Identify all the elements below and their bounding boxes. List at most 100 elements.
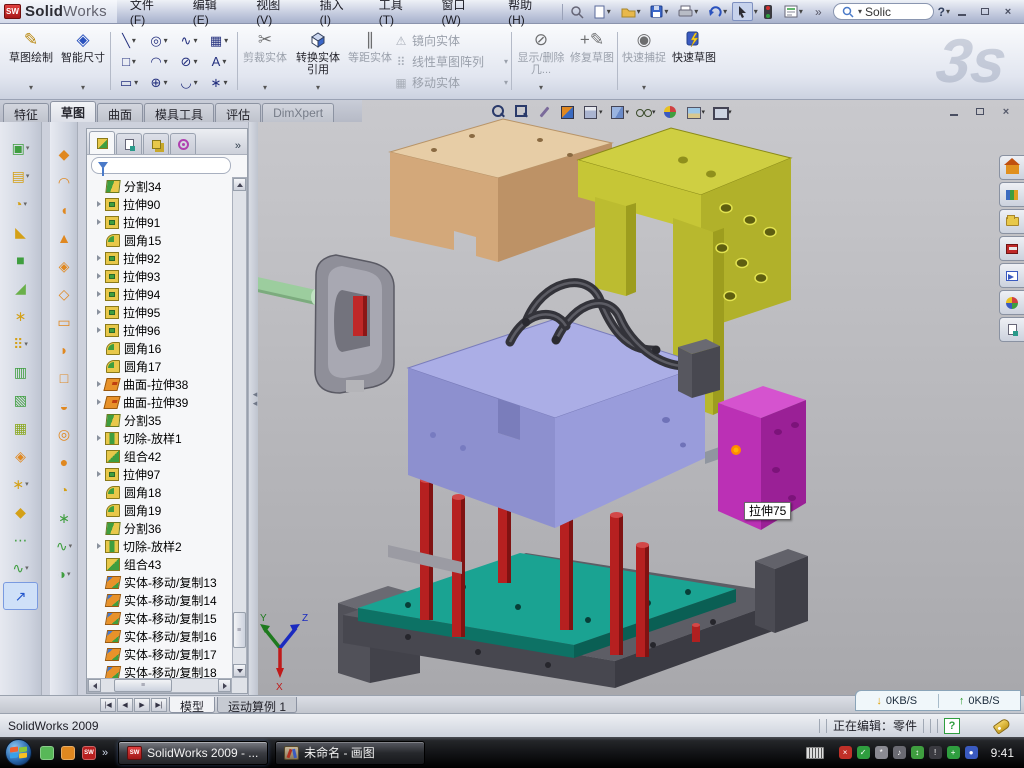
menu-item[interactable]: 编辑(E) (180, 0, 243, 23)
menu-item[interactable]: 窗口(W) (429, 0, 496, 23)
quick-tips-icon[interactable]: ? (944, 718, 960, 734)
doc-restore-button[interactable] (970, 104, 990, 119)
feature-tree-item[interactable]: 拉伸93 (96, 267, 232, 285)
chevron-down-icon[interactable]: ▾ (25, 480, 29, 488)
feature-tree-item[interactable]: 圆角18 (96, 483, 232, 501)
ribbon-tab[interactable]: 评估 (215, 103, 261, 122)
chevron-down-icon[interactable]: ▾ (599, 108, 603, 116)
sketch-entity-button[interactable]: ⊘ ▾ (174, 51, 204, 72)
feature-tree-item[interactable]: 切除-放样1 (96, 429, 232, 447)
menu-item[interactable]: 插入(I) (307, 0, 366, 23)
tree-vertical-scrollbar[interactable]: ≡ (232, 177, 247, 678)
convert-entities-button[interactable]: 转换实体引用▾ (291, 28, 345, 94)
feature-tree-item[interactable]: 圆角16 (96, 339, 232, 357)
left-toolbar-button[interactable]: ▭ ▾ (51, 308, 77, 336)
splitter-handle-icon[interactable]: ◂◂ (251, 390, 261, 408)
feature-tree-item[interactable]: 曲面-拉伸39 (96, 393, 232, 411)
feature-tree-item[interactable]: 分割35 (96, 411, 232, 429)
left-toolbar-button[interactable]: ∗ ▾ (51, 504, 77, 532)
feature-tree-item[interactable]: 拉伸96 (96, 321, 232, 339)
scroll-right-button[interactable] (218, 679, 231, 692)
print-button[interactable]: ▾ (674, 2, 703, 21)
left-toolbar-button[interactable]: ◆ ▾ (51, 140, 77, 168)
chevron-down-icon[interactable]: ▾ (163, 78, 167, 87)
quick-launch-icon[interactable]: SW (82, 746, 96, 760)
left-toolbar-button[interactable]: ⋯ ▾ (0, 526, 41, 554)
feature-tree-item[interactable]: 组合42 (96, 447, 232, 465)
feature-tree-item[interactable]: 实体-移动/复制16 (96, 627, 232, 645)
trim-entities-button[interactable]: ✂ 剪裁实体▾ (241, 28, 289, 94)
app-close-button[interactable]: × (998, 4, 1018, 19)
headsup-tool-button[interactable]: ▾ (660, 103, 681, 121)
ribbon-tab[interactable]: 模具工具 (144, 103, 214, 122)
configurationmanager-tab[interactable] (143, 133, 169, 154)
propertymanager-tab[interactable] (116, 133, 142, 154)
sketch-entity-button[interactable]: A ▾ (204, 51, 234, 72)
undo-button[interactable]: ▾ (703, 2, 732, 21)
scroll-down-button[interactable] (233, 664, 246, 677)
chevron-down-icon[interactable]: ▾ (132, 57, 136, 66)
previous-tab-button[interactable]: ◀ (117, 698, 133, 712)
left-toolbar-button[interactable]: ◎ ▾ (51, 420, 77, 448)
model-cam-clamp[interactable] (315, 255, 394, 393)
left-toolbar-button[interactable]: ◖ ▾ (51, 196, 77, 224)
feature-tree-item[interactable]: 分割34 (96, 177, 232, 195)
task-window-button[interactable]: 未命名 - 画图 (275, 741, 425, 765)
feature-tree-item[interactable]: 实体-移动/复制15 (96, 609, 232, 627)
left-toolbar-button[interactable]: ◔ ▾ (0, 190, 41, 218)
save-button[interactable]: ▾ (645, 2, 674, 21)
feature-tree-item[interactable]: 圆角19 (96, 501, 232, 519)
expand-arrow-icon[interactable] (97, 471, 101, 477)
feature-tree-item[interactable]: 实体-移动/复制18 (96, 663, 232, 678)
sketch-entity-button[interactable]: ◎ ▾ (144, 30, 174, 51)
headsup-tool-button[interactable]: ▾ (633, 103, 658, 121)
feature-tree-item[interactable]: 曲面-拉伸38 (96, 375, 232, 393)
chevron-down-icon[interactable]: ▾ (164, 36, 168, 45)
tree-horizontal-scrollbar[interactable]: ≡ (87, 678, 232, 693)
model-connector-block[interactable] (678, 339, 720, 398)
quick-launch-overflow-icon[interactable]: » (102, 747, 108, 759)
scroll-up-button[interactable] (233, 178, 246, 191)
left-toolbar-button[interactable]: ▥ ▾ (0, 358, 41, 386)
app-restore-button[interactable] (975, 4, 995, 19)
toolbox-tab[interactable] (999, 236, 1024, 261)
menu-item[interactable]: 帮助(H) (495, 0, 559, 23)
sketch-entity-button[interactable]: □ ▾ (114, 51, 144, 72)
smart-dimension-button[interactable]: ◈ 智能尺寸▾ (58, 28, 108, 94)
left-toolbar-button[interactable]: ▲ ▾ (51, 224, 77, 252)
ribbon-tab[interactable]: 草图 (50, 101, 96, 122)
left-toolbar-button[interactable]: ◗ ▾ (51, 336, 77, 364)
sketch-entity-button[interactable]: ∿ ▾ (174, 30, 204, 51)
custom-properties-tab[interactable] (999, 317, 1024, 342)
tray-icon[interactable]: ! (929, 746, 942, 759)
feature-tree-item[interactable]: 拉伸91 (96, 213, 232, 231)
left-toolbar-button[interactable]: ▤ ▾ (0, 162, 41, 190)
expand-arrow-icon[interactable] (97, 327, 101, 333)
left-toolbar-button[interactable]: ∿ ▾ (51, 532, 77, 560)
ribbon-tab[interactable]: 曲面 (97, 103, 143, 122)
expand-arrow-icon[interactable] (97, 255, 101, 261)
options-button[interactable]: ▾ (779, 2, 808, 21)
left-toolbar-button[interactable]: ∗ ▾ (0, 302, 41, 330)
ribbon-tab[interactable]: 特征 (3, 103, 49, 122)
feature-tree-item[interactable]: 拉伸92 (96, 249, 232, 267)
tray-icon[interactable]: × (839, 746, 852, 759)
sketch-entity-button[interactable]: ∗ ▾ (204, 72, 234, 93)
left-toolbar-button[interactable]: ◈ ▾ (51, 252, 77, 280)
left-toolbar-button[interactable]: ◠ ▾ (51, 168, 77, 196)
featuremanager-tab[interactable] (89, 131, 115, 154)
first-tab-button[interactable]: |◀ (100, 698, 116, 712)
headsup-tool-button[interactable]: ▾ (683, 103, 708, 121)
model-handle-rod[interactable] (258, 276, 321, 305)
horizontal-scroll-thumb[interactable]: ≡ (114, 679, 172, 692)
file-explorer-tab[interactable] (999, 209, 1024, 234)
feature-tree-item[interactable]: 分割36 (96, 519, 232, 537)
expand-arrow-icon[interactable] (97, 201, 101, 207)
left-toolbar-button[interactable]: ↗ ▾ (3, 582, 38, 610)
left-toolbar-button[interactable]: ◑ ▾ (51, 560, 77, 588)
left-toolbar-button[interactable]: ◆ ▾ (0, 498, 41, 526)
display-delete-relations-button[interactable]: ⊘ 显示/删除几...▾ (515, 28, 567, 94)
study-tab[interactable]: 运动算例 1 (217, 697, 297, 713)
menu-item[interactable]: 文件(F) (117, 0, 180, 23)
tag-icon[interactable] (993, 717, 1012, 734)
